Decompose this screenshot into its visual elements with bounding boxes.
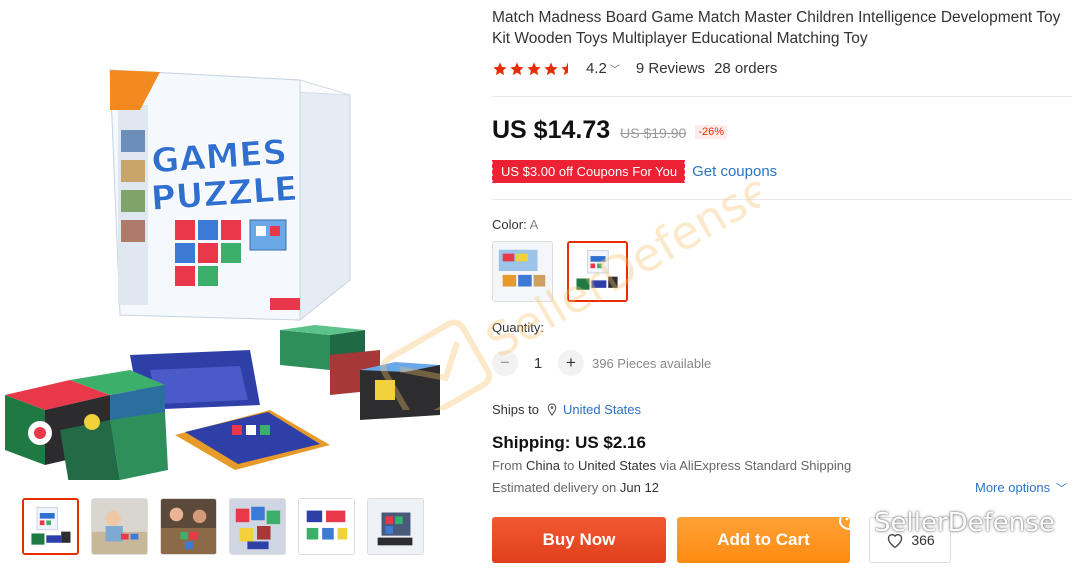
pieces-available: 396 Pieces available <box>592 355 712 371</box>
color-options <box>492 241 628 302</box>
main-product-image[interactable]: GAMES PUZZLE <box>0 50 470 490</box>
to-label: to <box>563 458 575 473</box>
from-label: From <box>492 458 523 473</box>
thumbnail-1[interactable] <box>22 498 79 555</box>
chevron-down-icon: ﹀ <box>609 65 620 76</box>
thumbnail-2[interactable] <box>91 498 148 555</box>
from-country: China <box>525 458 560 473</box>
thumbnail-5[interactable] <box>298 498 355 555</box>
heart-icon <box>888 534 903 549</box>
to-country: United States <box>578 458 657 473</box>
star-icon <box>510 61 524 75</box>
ships-to-row: Ships to United States <box>492 402 641 417</box>
estimated-delivery-label: Estimated delivery on <box>492 480 617 495</box>
estimated-delivery-date: Jun 12 <box>619 480 659 495</box>
coupon-badge[interactable]: US $3.00 off Coupons For You <box>490 160 686 183</box>
current-price: US $14.73 <box>492 116 611 144</box>
reviews-link[interactable]: 9 Reviews <box>636 60 705 77</box>
more-options-label: More options <box>975 480 1051 495</box>
color-option-2[interactable] <box>567 241 628 302</box>
divider <box>492 96 1072 97</box>
shipping-method: via AliExpress Standard Shipping <box>659 458 852 473</box>
thumbnail-strip <box>22 498 424 555</box>
estimated-delivery: Estimated delivery on Jun 12 <box>492 480 659 495</box>
color-value: A <box>529 217 539 232</box>
quantity-value[interactable]: 1 <box>518 355 558 372</box>
half-star-icon <box>561 61 568 75</box>
star-icon <box>493 61 507 75</box>
color-label: Color: A <box>492 217 538 232</box>
add-to-cart-button[interactable]: Add to Cart <box>677 517 850 563</box>
chevron-down-icon: ﹀ <box>1056 483 1068 495</box>
star-icon <box>544 61 558 75</box>
wishlist-button[interactable]: 366 <box>869 517 951 563</box>
more-options-link[interactable]: More options ﹀ <box>975 480 1067 496</box>
thumbnail-6[interactable] <box>367 498 424 555</box>
location-pin-icon <box>547 403 557 416</box>
color-option-1[interactable] <box>492 241 553 302</box>
product-title: Match Madness Board Game Match Master Ch… <box>492 9 1061 47</box>
shipping-route: From China to United States via AliExpre… <box>492 458 851 473</box>
rating-number: 4.2 <box>586 60 607 77</box>
price-row: US $14.73 US $19.90 -26% <box>492 116 727 145</box>
orders-count: 28 orders <box>714 60 778 77</box>
get-coupons-link[interactable]: Get coupons <box>692 163 777 180</box>
star-icon <box>527 61 541 75</box>
coupon-row: US $3.00 off Coupons For You Get coupons <box>490 160 777 183</box>
thumbnail-4[interactable] <box>229 498 286 555</box>
color-label-text: Color: <box>492 217 530 232</box>
divider <box>492 199 1072 200</box>
quantity-stepper: − 1 + 396 Pieces available <box>492 350 711 376</box>
increase-quantity-button[interactable]: + <box>558 350 584 376</box>
wishlist-count: 366 <box>911 532 935 548</box>
quantity-label: Quantity: <box>492 320 545 335</box>
original-price: US $19.90 <box>620 125 687 141</box>
buy-now-button[interactable]: Buy Now <box>492 517 666 563</box>
rating-row: 4.2 ﹀ 9 Reviews 28 orders <box>492 60 777 77</box>
star-rating <box>492 61 576 77</box>
discount-badge: -26% <box>695 125 727 139</box>
ships-to-label: Ships to <box>492 402 539 417</box>
rating-value[interactable]: 4.2 ﹀ <box>586 60 620 77</box>
decrease-quantity-button[interactable]: − <box>492 350 518 376</box>
ships-to-country[interactable]: United States <box>563 402 641 417</box>
shipping-price: Shipping: US $2.16 <box>492 433 646 452</box>
thumbnail-3[interactable] <box>160 498 217 555</box>
